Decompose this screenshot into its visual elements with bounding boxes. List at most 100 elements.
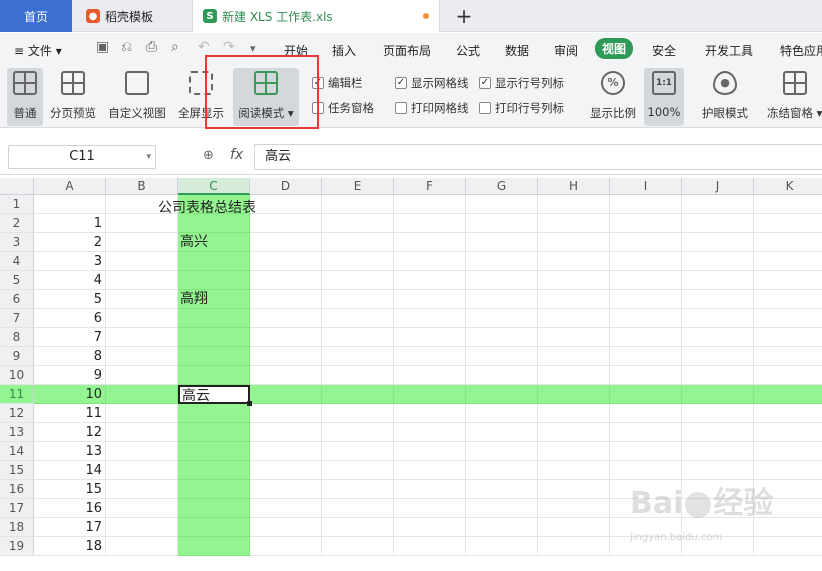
cell-j3[interactable] bbox=[682, 233, 754, 252]
cell-a3[interactable]: 2 bbox=[34, 233, 106, 252]
cell-d2[interactable] bbox=[250, 214, 322, 233]
cell-b7[interactable] bbox=[106, 309, 178, 328]
cell-j12[interactable] bbox=[682, 404, 754, 423]
cell-f13[interactable] bbox=[394, 423, 466, 442]
cell-f7[interactable] bbox=[394, 309, 466, 328]
cell-e14[interactable] bbox=[322, 442, 394, 461]
cell-a14[interactable]: 13 bbox=[34, 442, 106, 461]
cell-a9[interactable]: 8 bbox=[34, 347, 106, 366]
row-header-5[interactable]: 5 bbox=[0, 271, 34, 290]
cell-a8[interactable]: 7 bbox=[34, 328, 106, 347]
cell-g10[interactable] bbox=[466, 366, 538, 385]
cell-b3[interactable] bbox=[106, 233, 178, 252]
row-header-6[interactable]: 6 bbox=[0, 290, 34, 309]
cell-k13[interactable] bbox=[754, 423, 822, 442]
cell-b4[interactable] bbox=[106, 252, 178, 271]
cell-f16[interactable] bbox=[394, 480, 466, 499]
cell-k10[interactable] bbox=[754, 366, 822, 385]
undo-history-icon[interactable]: ⎌ bbox=[121, 39, 132, 55]
edit-bar-checkbox[interactable]: 编辑栏 bbox=[312, 75, 363, 91]
cell-f17[interactable] bbox=[394, 499, 466, 518]
cell-e12[interactable] bbox=[322, 404, 394, 423]
cell-k19[interactable] bbox=[754, 537, 822, 556]
cell-g17[interactable] bbox=[466, 499, 538, 518]
cell-h7[interactable] bbox=[538, 309, 610, 328]
cell-d1[interactable] bbox=[250, 195, 322, 214]
cell-d8[interactable] bbox=[250, 328, 322, 347]
cell-k7[interactable] bbox=[754, 309, 822, 328]
cell-j13[interactable] bbox=[682, 423, 754, 442]
cell-g5[interactable] bbox=[466, 271, 538, 290]
cell-b17[interactable] bbox=[106, 499, 178, 518]
cell-a11[interactable]: 10 bbox=[34, 385, 106, 404]
cell-b13[interactable] bbox=[106, 423, 178, 442]
cell-c10[interactable] bbox=[178, 366, 250, 385]
cell-h14[interactable] bbox=[538, 442, 610, 461]
cell-c16[interactable] bbox=[178, 480, 250, 499]
cell-a5[interactable]: 4 bbox=[34, 271, 106, 290]
cell-k12[interactable] bbox=[754, 404, 822, 423]
cell-k4[interactable] bbox=[754, 252, 822, 271]
cell-k5[interactable] bbox=[754, 271, 822, 290]
cell-a12[interactable]: 11 bbox=[34, 404, 106, 423]
cell-i6[interactable] bbox=[610, 290, 682, 309]
cell-e18[interactable] bbox=[322, 518, 394, 537]
cell-c13[interactable] bbox=[178, 423, 250, 442]
cell-g16[interactable] bbox=[466, 480, 538, 499]
cell-i14[interactable] bbox=[610, 442, 682, 461]
cell-c9[interactable] bbox=[178, 347, 250, 366]
cell-f1[interactable] bbox=[394, 195, 466, 214]
cell-a16[interactable]: 15 bbox=[34, 480, 106, 499]
column-header-b[interactable]: B bbox=[106, 178, 178, 195]
cell-j5[interactable] bbox=[682, 271, 754, 290]
cell-j1[interactable] bbox=[682, 195, 754, 214]
cell-e2[interactable] bbox=[322, 214, 394, 233]
freeze-panes-button[interactable]: 冻结窗格 ▾ bbox=[767, 68, 822, 126]
column-header-g[interactable]: G bbox=[466, 178, 538, 195]
cell-e1[interactable] bbox=[322, 195, 394, 214]
cell-e9[interactable] bbox=[322, 347, 394, 366]
row-header-15[interactable]: 15 bbox=[0, 461, 34, 480]
cell-a19[interactable]: 18 bbox=[34, 537, 106, 556]
cell-c14[interactable] bbox=[178, 442, 250, 461]
show-headers-checkbox[interactable]: 显示行号列标 bbox=[479, 75, 564, 91]
cell-k11[interactable] bbox=[754, 385, 822, 404]
cell-h9[interactable] bbox=[538, 347, 610, 366]
reading-mode-button[interactable]: 阅读模式 ▾ bbox=[233, 68, 299, 126]
cell-k8[interactable] bbox=[754, 328, 822, 347]
cell-d6[interactable] bbox=[250, 290, 322, 309]
cell-i7[interactable] bbox=[610, 309, 682, 328]
new-tab-button[interactable]: + bbox=[452, 0, 476, 32]
cell-j9[interactable] bbox=[682, 347, 754, 366]
cell-h17[interactable] bbox=[538, 499, 610, 518]
cell-f14[interactable] bbox=[394, 442, 466, 461]
cell-h11[interactable] bbox=[538, 385, 610, 404]
cell-i3[interactable] bbox=[610, 233, 682, 252]
normal-view-button[interactable]: 普通 bbox=[7, 68, 43, 126]
cell-g11[interactable] bbox=[466, 385, 538, 404]
cell-e5[interactable] bbox=[322, 271, 394, 290]
column-header-a[interactable]: A bbox=[34, 178, 106, 195]
column-header-c[interactable]: C bbox=[178, 178, 250, 195]
cell-e13[interactable] bbox=[322, 423, 394, 442]
cell-c3[interactable]: 高兴 bbox=[178, 233, 250, 252]
cell-h1[interactable] bbox=[538, 195, 610, 214]
cell-b14[interactable] bbox=[106, 442, 178, 461]
cell-d7[interactable] bbox=[250, 309, 322, 328]
cell-h3[interactable] bbox=[538, 233, 610, 252]
cell-j6[interactable] bbox=[682, 290, 754, 309]
custom-view-button[interactable]: 自定义视图 bbox=[106, 68, 168, 126]
cell-i1[interactable] bbox=[610, 195, 682, 214]
cell-e7[interactable] bbox=[322, 309, 394, 328]
cell-b5[interactable] bbox=[106, 271, 178, 290]
row-header-7[interactable]: 7 bbox=[0, 309, 34, 328]
cell-e4[interactable] bbox=[322, 252, 394, 271]
undo-icon[interactable]: ↶ bbox=[198, 39, 210, 55]
cell-d4[interactable] bbox=[250, 252, 322, 271]
menu-formula[interactable]: 公式 bbox=[456, 42, 480, 59]
cell-g7[interactable] bbox=[466, 309, 538, 328]
cell-c7[interactable] bbox=[178, 309, 250, 328]
cell-f6[interactable] bbox=[394, 290, 466, 309]
cell-g12[interactable] bbox=[466, 404, 538, 423]
cell-g3[interactable] bbox=[466, 233, 538, 252]
